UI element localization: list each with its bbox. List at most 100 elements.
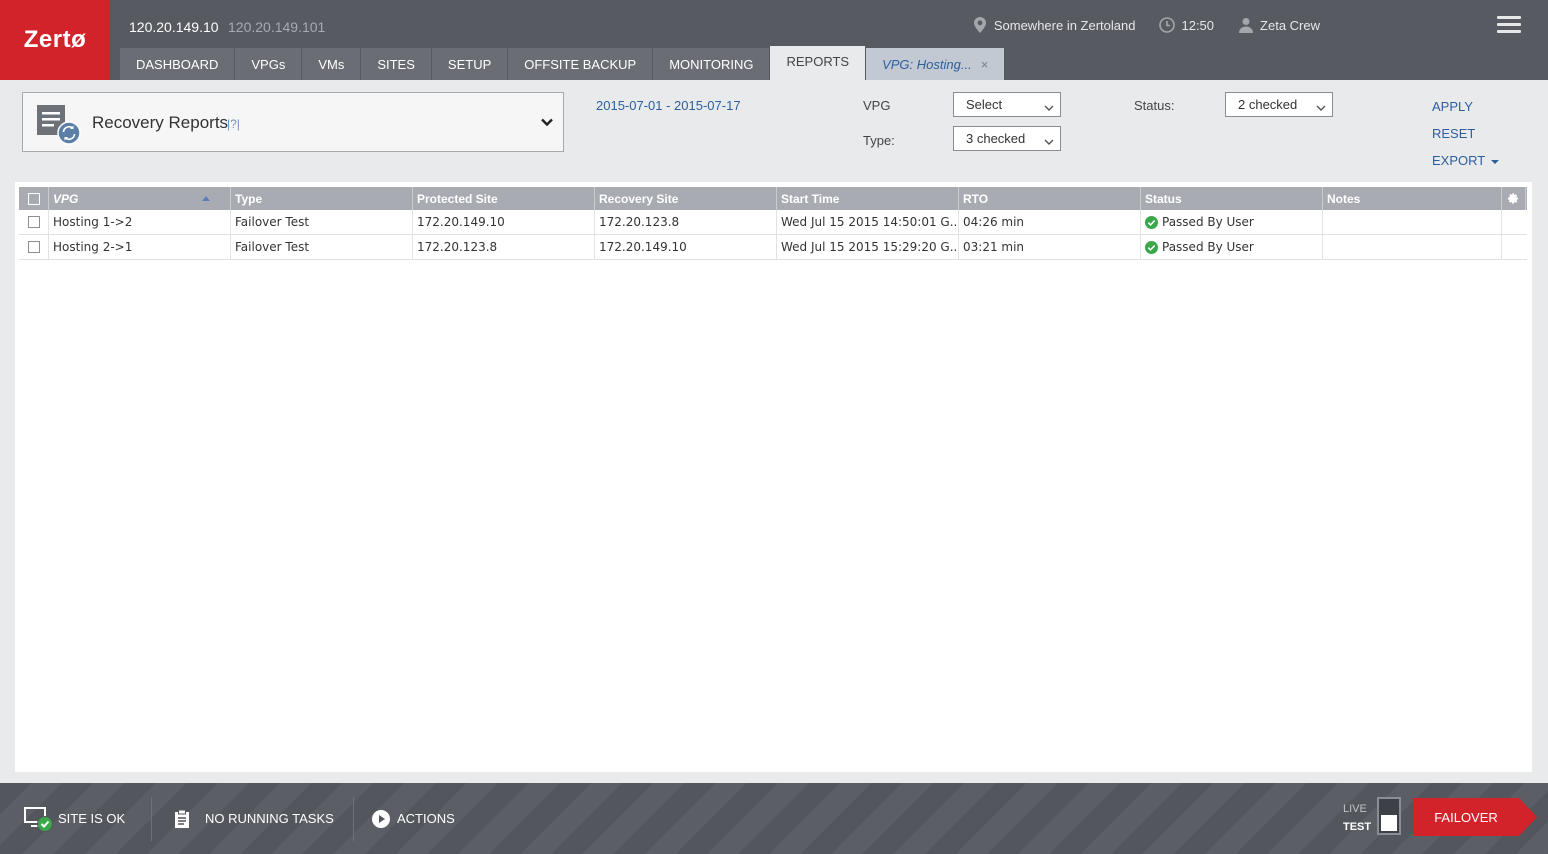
header-info: Somewhere in Zertoland 12:50 Zeta Crew: [972, 16, 1320, 34]
tab-vpg-hosting[interactable]: VPG: Hosting... ×: [866, 48, 1006, 80]
select-all-cell: [19, 187, 49, 210]
type-filter-select[interactable]: 3 checked: [953, 126, 1061, 151]
clipboard-icon: [174, 809, 190, 829]
main-nav: DASHBOARD VPGs VMs SITES SETUP OFFSITE B…: [120, 46, 1006, 80]
chevron-down-icon: [1316, 100, 1326, 111]
failover-button[interactable]: FAILOVER: [1413, 798, 1537, 836]
column-header-start-time[interactable]: Start Time: [777, 187, 959, 210]
live-label: LIVE: [1343, 803, 1367, 815]
live-test-toggle[interactable]: [1377, 797, 1401, 835]
zerto-logo[interactable]: Zertø: [0, 0, 110, 80]
report-type-dropdown[interactable]: Recovery Reports |?|: [22, 92, 564, 152]
status-text: Passed By User: [1162, 215, 1254, 229]
cell-recovery-site: 172.20.149.10: [595, 235, 777, 259]
cell-vpg: Hosting 1->2: [49, 210, 231, 234]
status-filter-label: Status:: [1134, 98, 1175, 113]
gear-icon[interactable]: [1502, 187, 1526, 210]
cell-rto: 04:26 min: [959, 210, 1141, 234]
chevron-down-icon: [541, 115, 553, 127]
cell-protected-site: 172.20.149.10: [413, 210, 595, 234]
user-name[interactable]: Zeta Crew: [1260, 18, 1320, 33]
check-circle-icon: [1145, 240, 1158, 254]
date-range-link[interactable]: 2015-07-01 - 2015-07-17: [596, 98, 741, 113]
site-status-label: SITE IS OK: [58, 811, 126, 826]
tab-vms[interactable]: VMs: [302, 48, 362, 80]
export-button[interactable]: EXPORT: [1432, 153, 1499, 168]
cell-status: Passed By User: [1141, 210, 1323, 234]
toggle-knob: [1381, 815, 1397, 831]
cell-rto: 03:21 min: [959, 235, 1141, 259]
table-row[interactable]: Hosting 1->2 Failover Test 172.20.149.10…: [19, 210, 1527, 235]
running-tasks-label: NO RUNNING TASKS: [205, 811, 334, 826]
status-filter-value: 2 checked: [1238, 97, 1298, 112]
live-test-label: LIVE TEST: [1343, 800, 1371, 836]
cell-notes[interactable]: [1323, 210, 1502, 234]
play-circle-icon: [372, 809, 390, 828]
status-footer: SITE IS OK NO RUNNING TASKS ACTIONS: [0, 783, 1548, 854]
tab-setup[interactable]: SETUP: [431, 48, 509, 80]
grid-header: VPG Type Protected Site Recovery Site St…: [19, 187, 1527, 210]
column-header-rto[interactable]: RTO: [959, 187, 1141, 210]
cell-protected-site: 172.20.123.8: [413, 235, 595, 259]
secondary-site-ip: 120.20.149.101: [228, 19, 326, 35]
running-tasks-button[interactable]: NO RUNNING TASKS: [174, 783, 334, 854]
export-label: EXPORT: [1432, 153, 1485, 168]
sort-asc-icon: [202, 196, 210, 201]
vpg-filter-label: VPG: [863, 98, 891, 113]
select-all-checkbox[interactable]: [27, 192, 40, 205]
tab-sites[interactable]: SITES: [361, 48, 432, 80]
row-checkbox[interactable]: [27, 241, 40, 253]
close-tab-icon[interactable]: ×: [981, 57, 989, 72]
tab-reports[interactable]: REPORTS: [770, 46, 867, 80]
cell-type: Failover Test: [231, 235, 413, 259]
column-header-recovery-site[interactable]: Recovery Site: [595, 187, 777, 210]
primary-site-ip: 120.20.149.10: [129, 19, 219, 35]
caret-down-icon: [1490, 160, 1499, 164]
column-header-notes[interactable]: Notes: [1323, 187, 1502, 210]
cell-status: Passed By User: [1141, 235, 1323, 259]
cell-notes[interactable]: [1323, 235, 1502, 259]
site-status-button[interactable]: SITE IS OK: [24, 783, 125, 854]
cell-start-time: Wed Jul 15 2015 14:50:01 G...: [777, 210, 959, 234]
row-checkbox[interactable]: [27, 216, 40, 228]
help-link[interactable]: |?|: [227, 117, 240, 131]
tab-dashboard[interactable]: DASHBOARD: [120, 48, 236, 80]
footer-divider: [353, 797, 354, 841]
report-panel: VPG Type Protected Site Recovery Site St…: [15, 182, 1532, 772]
actions-button[interactable]: ACTIONS: [372, 783, 455, 854]
check-circle-icon: [1145, 215, 1158, 229]
reset-button[interactable]: RESET: [1432, 126, 1475, 141]
row-checkbox-cell: [19, 235, 49, 259]
status-filter-select[interactable]: 2 checked: [1225, 92, 1333, 117]
cell-type: Failover Test: [231, 210, 413, 234]
tab-monitoring[interactable]: MONITORING: [653, 48, 771, 80]
column-header-vpg[interactable]: VPG: [49, 187, 231, 210]
vpg-filter-value: Select: [966, 97, 1003, 112]
tab-vpgs[interactable]: VPGs: [235, 48, 303, 80]
row-checkbox-cell: [19, 210, 49, 234]
vpg-tab-label: VPG: Hosting...: [882, 56, 972, 72]
apply-button[interactable]: APPLY: [1432, 99, 1473, 114]
vpg-filter-select[interactable]: Select: [953, 92, 1061, 117]
clock-icon: [1159, 17, 1176, 33]
column-header-type[interactable]: Type: [231, 187, 413, 210]
type-filter-label: Type:: [863, 133, 895, 148]
cell-vpg: Hosting 2->1: [49, 235, 231, 259]
location-pin-icon: [972, 17, 988, 33]
failover-label: FAILOVER: [1434, 809, 1498, 825]
table-row[interactable]: Hosting 2->1 Failover Test 172.20.123.8 …: [19, 235, 1527, 260]
monitor-check-icon: [24, 805, 54, 833]
chevron-down-icon: [1044, 134, 1054, 145]
tab-offsite-backup[interactable]: OFFSITE BACKUP: [508, 48, 654, 80]
status-text: Passed By User: [1162, 240, 1254, 254]
top-header: Zertø 120.20.149.10 120.20.149.101 Somew…: [0, 0, 1548, 80]
actions-label: ACTIONS: [397, 811, 455, 826]
test-label: TEST: [1343, 821, 1372, 833]
user-icon: [1238, 17, 1254, 33]
column-header-protected-site[interactable]: Protected Site: [413, 187, 595, 210]
current-time: 12:50: [1181, 17, 1215, 33]
type-filter-value: 3 checked: [966, 131, 1026, 146]
column-header-status[interactable]: Status: [1141, 187, 1323, 210]
hamburger-menu-icon[interactable]: [1497, 16, 1521, 34]
cell-start-time: Wed Jul 15 2015 15:29:20 G...: [777, 235, 959, 259]
